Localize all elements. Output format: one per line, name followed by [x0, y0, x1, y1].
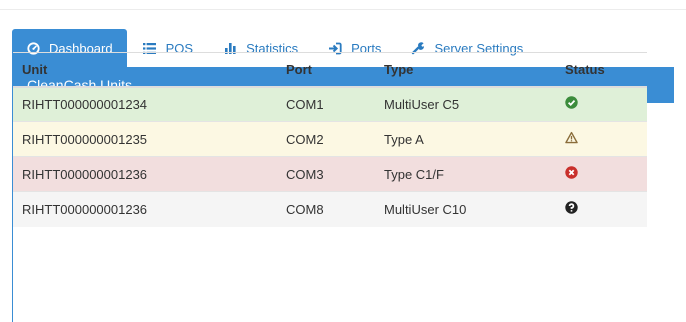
- table-row[interactable]: RIHTT000000001236 COM3 Type C1/F: [13, 156, 647, 192]
- check-circle-icon: [565, 96, 578, 109]
- column-header-type[interactable]: Type: [375, 53, 556, 87]
- status-cell: [556, 156, 647, 192]
- type-cell: MultiUser C5: [375, 86, 556, 122]
- type-cell: Type C1/F: [375, 156, 556, 192]
- column-header-port[interactable]: Port: [277, 53, 375, 87]
- port-cell: COM2: [277, 121, 375, 157]
- question-circle-icon: [565, 201, 578, 214]
- unit-cell: RIHTT000000001236: [13, 156, 277, 192]
- status-cell: [556, 191, 647, 227]
- table-header-row: Unit Port Type Status: [13, 52, 647, 87]
- times-circle-icon: [565, 166, 578, 179]
- port-cell: COM1: [277, 86, 375, 122]
- table-row[interactable]: RIHTT000000001235 COM2 Type A: [13, 121, 647, 157]
- column-header-status[interactable]: Status: [556, 53, 647, 87]
- port-cell: COM3: [277, 156, 375, 192]
- type-cell: Type A: [375, 121, 556, 157]
- unit-cell: RIHTT000000001236: [13, 191, 277, 227]
- type-cell: MultiUser C10: [375, 191, 556, 227]
- port-cell: COM8: [277, 191, 375, 227]
- table-row[interactable]: RIHTT000000001236 COM8 MultiUser C10: [13, 191, 647, 227]
- warning-icon: [565, 131, 578, 144]
- table-row[interactable]: RIHTT000000001234 COM1 MultiUser C5: [13, 86, 647, 122]
- units-table: Unit Port Type Status RIHTT000000001234 …: [13, 52, 647, 227]
- unit-cell: RIHTT000000001234: [13, 86, 277, 122]
- unit-cell: RIHTT000000001235: [13, 121, 277, 157]
- status-cell: [556, 86, 647, 122]
- column-header-unit[interactable]: Unit: [13, 53, 277, 87]
- top-divider: [0, 9, 686, 10]
- status-cell: [556, 121, 647, 157]
